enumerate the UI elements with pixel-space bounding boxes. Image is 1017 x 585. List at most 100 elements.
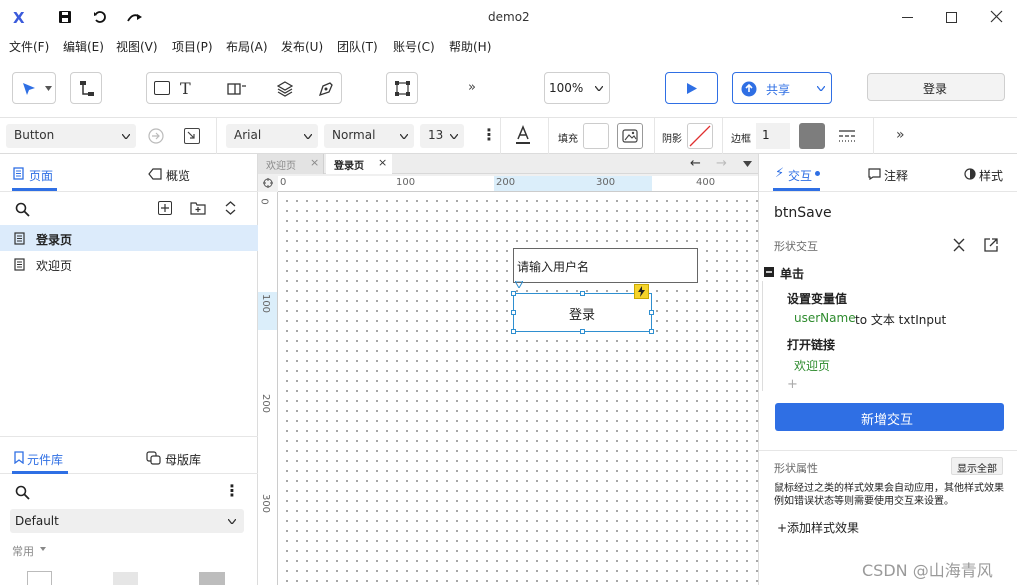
library-select[interactable]: Default (10, 509, 244, 533)
preview-button[interactable] (665, 72, 718, 104)
widget-type-select[interactable]: Button (6, 124, 136, 148)
action-set-variable[interactable]: 设置变量值 (787, 290, 847, 307)
resize-handle[interactable] (580, 291, 585, 296)
border-label: 边框 (731, 134, 751, 145)
tab-interaction[interactable]: 交互 (788, 167, 812, 184)
menu-file[interactable]: 文件(F) (9, 38, 49, 55)
nav-forward-icon[interactable]: → (716, 156, 727, 171)
username-input-widget[interactable]: 请输入用户名 (513, 248, 698, 283)
action-link-target: 欢迎页 (794, 359, 831, 373)
text-tool-icon[interactable]: T (180, 79, 191, 98)
zoom-select[interactable]: 100% (544, 72, 610, 104)
border-style-icon[interactable] (838, 129, 856, 143)
widget-image-thumb[interactable] (199, 572, 225, 585)
add-interaction-button[interactable]: 新增交互 (775, 403, 1004, 431)
select-tool-button[interactable] (12, 72, 56, 104)
expand-collapse-icon[interactable] (225, 201, 236, 215)
tab-close-icon[interactable]: × (378, 156, 387, 169)
resize-handle[interactable] (511, 310, 516, 315)
resize-handle[interactable] (580, 329, 585, 334)
library-search-icon[interactable] (15, 485, 30, 500)
font-color-icon[interactable] (516, 125, 530, 145)
menu-team[interactable]: 团队(T) (337, 38, 378, 55)
library-more-icon[interactable]: ⋮ (224, 482, 240, 500)
inspector-tabbar: ⚡ 交互 注释 样式 (759, 154, 1017, 192)
add-page-icon[interactable] (158, 201, 172, 215)
more-vertical-icon[interactable]: ⋮ (481, 127, 497, 143)
menu-publish[interactable]: 发布(U) (281, 38, 323, 55)
connector-tool-button[interactable] (70, 72, 102, 104)
resize-icon[interactable] (184, 128, 200, 144)
tab-close-icon[interactable]: × (310, 156, 319, 169)
font-family-select[interactable]: Arial (226, 124, 318, 148)
maximize-icon[interactable] (946, 12, 957, 23)
left-panel: 页面 概览 登录页 欢迎页 元件库 母版库 ⋮ Default 常用 (0, 154, 258, 585)
menu-account[interactable]: 账号(C) (393, 38, 435, 55)
transform-button[interactable] (386, 72, 418, 104)
resize-handle[interactable] (511, 291, 516, 296)
tab-library-indicator (12, 471, 68, 474)
library-category[interactable]: 常用 (12, 543, 34, 559)
shadow-swatch[interactable] (687, 123, 713, 149)
page-item-label: 登录页 (36, 233, 73, 247)
ruler-v-label: 200 (260, 393, 272, 414)
canvas-tab-label: 欢迎页 (266, 161, 296, 172)
export-icon[interactable] (148, 128, 164, 144)
rectangle-icon[interactable] (154, 81, 170, 95)
login-button-widget[interactable]: 登录 (513, 293, 652, 332)
design-canvas[interactable]: 请输入用户名 登录 (278, 192, 758, 585)
tab-library[interactable]: 元件库 (27, 451, 63, 468)
tab-masters[interactable]: 母版库 (165, 451, 201, 468)
widget-name[interactable]: btnSave (774, 205, 832, 221)
collapse-icon[interactable] (953, 238, 965, 252)
canvas-tab-welcome[interactable]: 欢迎页 × (258, 154, 324, 174)
canvas-tab-login[interactable]: 登录页 × (326, 154, 392, 174)
resize-handle[interactable] (649, 329, 654, 334)
fill-color-swatch[interactable] (583, 123, 609, 149)
close-icon[interactable] (990, 10, 1003, 23)
add-style-effect-link[interactable]: +添加样式效果 (777, 519, 859, 536)
tab-outline[interactable]: 概览 (166, 167, 190, 184)
widget-box-thumb[interactable] (27, 571, 52, 585)
share-button[interactable]: 共享 (732, 72, 832, 104)
search-icon[interactable] (15, 202, 30, 217)
login-button[interactable]: 登录 (867, 73, 1005, 101)
border-color-swatch[interactable] (799, 123, 825, 149)
more-tools-icon[interactable]: » (468, 80, 476, 95)
show-all-button[interactable]: 显示全部 (951, 457, 1003, 475)
add-folder-icon[interactable] (190, 201, 206, 215)
nav-back-icon[interactable]: ← (690, 156, 701, 171)
open-external-icon[interactable] (984, 238, 998, 252)
tab-style[interactable]: 样式 (979, 167, 1003, 184)
save-icon[interactable] (58, 10, 72, 24)
widget-placeholder-thumb[interactable] (113, 572, 138, 585)
more-format-icon[interactable]: » (896, 127, 905, 143)
menu-view[interactable]: 视图(V) (116, 38, 158, 55)
menu-layout[interactable]: 布局(A) (226, 38, 268, 55)
action-open-link[interactable]: 打开链接 (787, 336, 835, 353)
tab-pages[interactable]: 页面 (29, 167, 53, 184)
tab-notes[interactable]: 注释 (884, 167, 908, 184)
interaction-lightning-icon[interactable] (634, 284, 649, 299)
fill-image-icon[interactable] (617, 123, 643, 149)
ruler-origin-icon[interactable] (263, 178, 273, 188)
border-width-input[interactable]: 1 (756, 123, 790, 149)
page-item-login[interactable]: 登录页 (0, 225, 258, 251)
minimize-icon[interactable] (902, 17, 913, 18)
resize-handle[interactable] (649, 310, 654, 315)
undo-icon[interactable] (93, 10, 107, 24)
event-label[interactable]: 单击 (780, 265, 804, 282)
menu-project[interactable]: 项目(P) (172, 38, 213, 55)
redo-icon[interactable] (127, 11, 143, 23)
shape-tools-group: T (146, 72, 342, 104)
resize-handle[interactable] (511, 329, 516, 334)
menu-help[interactable]: 帮助(H) (449, 38, 491, 55)
add-action-icon[interactable]: + (787, 377, 798, 392)
font-weight-select[interactable]: Normal (324, 124, 414, 148)
ruler-v-label: 100 (260, 293, 272, 314)
page-item-welcome[interactable]: 欢迎页 (0, 251, 258, 277)
font-size-select[interactable]: 13 (420, 124, 464, 148)
collapse-event-icon[interactable] (764, 267, 774, 277)
menu-edit[interactable]: 编辑(E) (63, 38, 104, 55)
zoom-value: 100% (549, 81, 584, 95)
